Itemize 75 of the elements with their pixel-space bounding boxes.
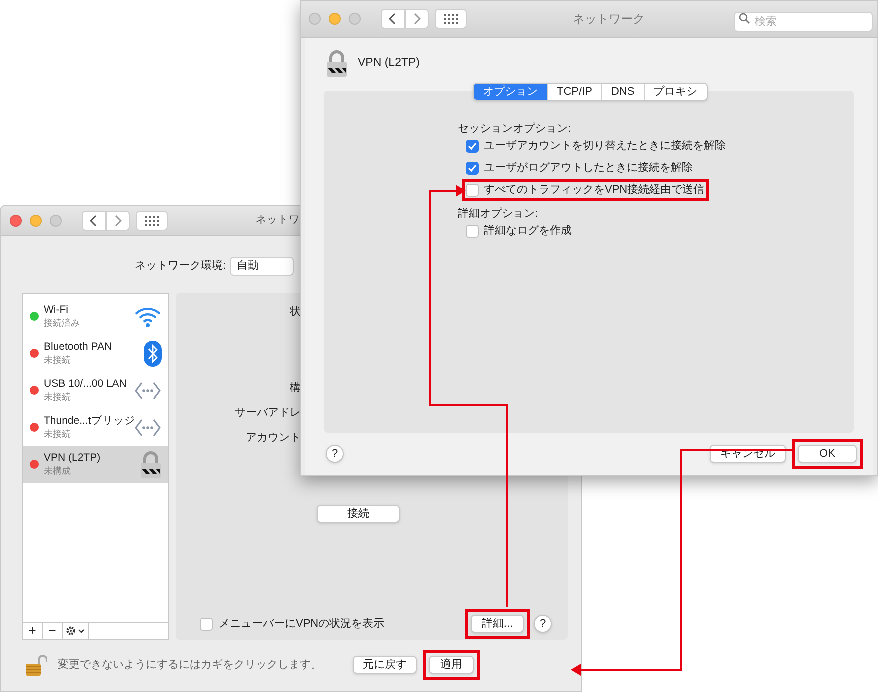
checkbox-label: すべてのトラフィックをVPN接続経由で送信 <box>484 183 705 197</box>
section-heading: 詳細オプション: <box>458 207 538 221</box>
push-button[interactable]: 詳細... <box>471 615 524 633</box>
close-button[interactable] <box>10 214 22 226</box>
zoom-button[interactable] <box>50 214 62 226</box>
checkbox-label: 詳細なログを作成 <box>484 224 572 238</box>
tab[interactable]: オプション <box>474 84 547 100</box>
service-row[interactable]: Thunde...tブリッジ 未接続 <box>23 409 168 446</box>
push-button[interactable]: 接続 <box>317 505 400 523</box>
section-heading: セッションオプション: <box>458 122 572 136</box>
search-field[interactable]: 検索 <box>734 12 873 32</box>
service-name: Wi-Fi <box>44 304 70 316</box>
field-label: 状 <box>290 305 301 319</box>
help-button[interactable]: ? <box>326 445 344 463</box>
wifi-icon <box>134 306 162 328</box>
chevron-left-icon <box>389 13 397 25</box>
checkbox[interactable] <box>466 224 479 238</box>
tab[interactable]: プロキシ <box>644 84 707 100</box>
service-name: USB 10/...00 LAN <box>44 378 128 390</box>
search-icon <box>739 13 750 24</box>
service-row[interactable]: USB 10/...00 LAN 未接続 <box>23 372 168 409</box>
location-label: ネットワーク環境: <box>135 258 226 274</box>
open-padlock-icon[interactable] <box>26 654 47 676</box>
grid-icon <box>444 14 458 24</box>
push-button[interactable]: 適用 <box>429 656 474 674</box>
remove-button[interactable]: − <box>43 623 63 639</box>
minimize-button[interactable] <box>329 13 341 25</box>
checkbox-label: ユーザアカウントを切り替えたときに接続を解除 <box>484 139 726 153</box>
push-button[interactable]: 元に戻す <box>353 656 417 674</box>
checkbox[interactable] <box>200 618 213 630</box>
service-row[interactable]: Bluetooth PAN 未接続 <box>23 335 168 372</box>
lock-hint: 変更できないようにするにはカギをクリックします。 <box>58 658 322 673</box>
close-button[interactable] <box>309 13 321 25</box>
network-ports-icon <box>134 418 162 438</box>
tab[interactable]: TCP/IP <box>547 84 602 100</box>
zoom-button[interactable] <box>349 13 361 25</box>
help-button[interactable]: ? <box>534 615 552 633</box>
service-name: Thunde...tブリッジ <box>44 414 134 428</box>
checkbox[interactable] <box>466 140 479 152</box>
field-label: サーバアドレ <box>235 406 301 420</box>
service-name: Bluetooth PAN <box>44 340 114 354</box>
checkbox-label: ユーザがログアウトしたときに接続を解除 <box>484 161 693 175</box>
checkbox[interactable] <box>466 184 479 196</box>
padlock-icon <box>326 50 348 78</box>
padlock-icon <box>140 450 162 478</box>
window-title: ネットワーク <box>573 11 645 28</box>
service-status: 未接続 <box>44 428 72 440</box>
service-row[interactable]: Wi-Fi 接続済み <box>23 298 168 335</box>
grid-icon <box>145 216 159 226</box>
bluetooth-icon <box>144 340 162 366</box>
checkbox[interactable] <box>466 162 479 174</box>
back-button[interactable] <box>82 210 106 230</box>
chevron-right-icon <box>114 214 122 226</box>
back-button[interactable] <box>381 9 405 29</box>
tab[interactable]: DNS <box>601 84 644 100</box>
window-title: ネットワ <box>256 212 300 228</box>
show-all-button[interactable] <box>136 210 168 230</box>
add-button[interactable]: + <box>23 623 43 639</box>
field-label: 構 <box>290 381 301 395</box>
chevron-right-icon <box>413 13 421 25</box>
service-status: 未構成 <box>44 464 72 478</box>
chevron-left-icon <box>90 214 98 226</box>
minimize-button[interactable] <box>30 214 42 226</box>
push-button[interactable]: OK <box>798 445 857 463</box>
service-title: VPN (L2TP) <box>358 56 420 72</box>
service-status: 接続済み <box>44 316 81 330</box>
field-label: アカウント <box>246 431 301 445</box>
location-popup[interactable]: 自動 <box>230 256 294 276</box>
network-ports-icon <box>134 380 162 400</box>
show-all-button[interactable] <box>435 9 467 29</box>
service-status: 未接続 <box>44 390 72 404</box>
service-row[interactable]: VPN (L2TP) 未構成 <box>23 446 168 483</box>
service-status: 未接続 <box>44 354 72 366</box>
service-name: VPN (L2TP) <box>44 452 102 464</box>
checkbox-label: メニューバーにVPNの状況を表示 <box>219 616 385 632</box>
